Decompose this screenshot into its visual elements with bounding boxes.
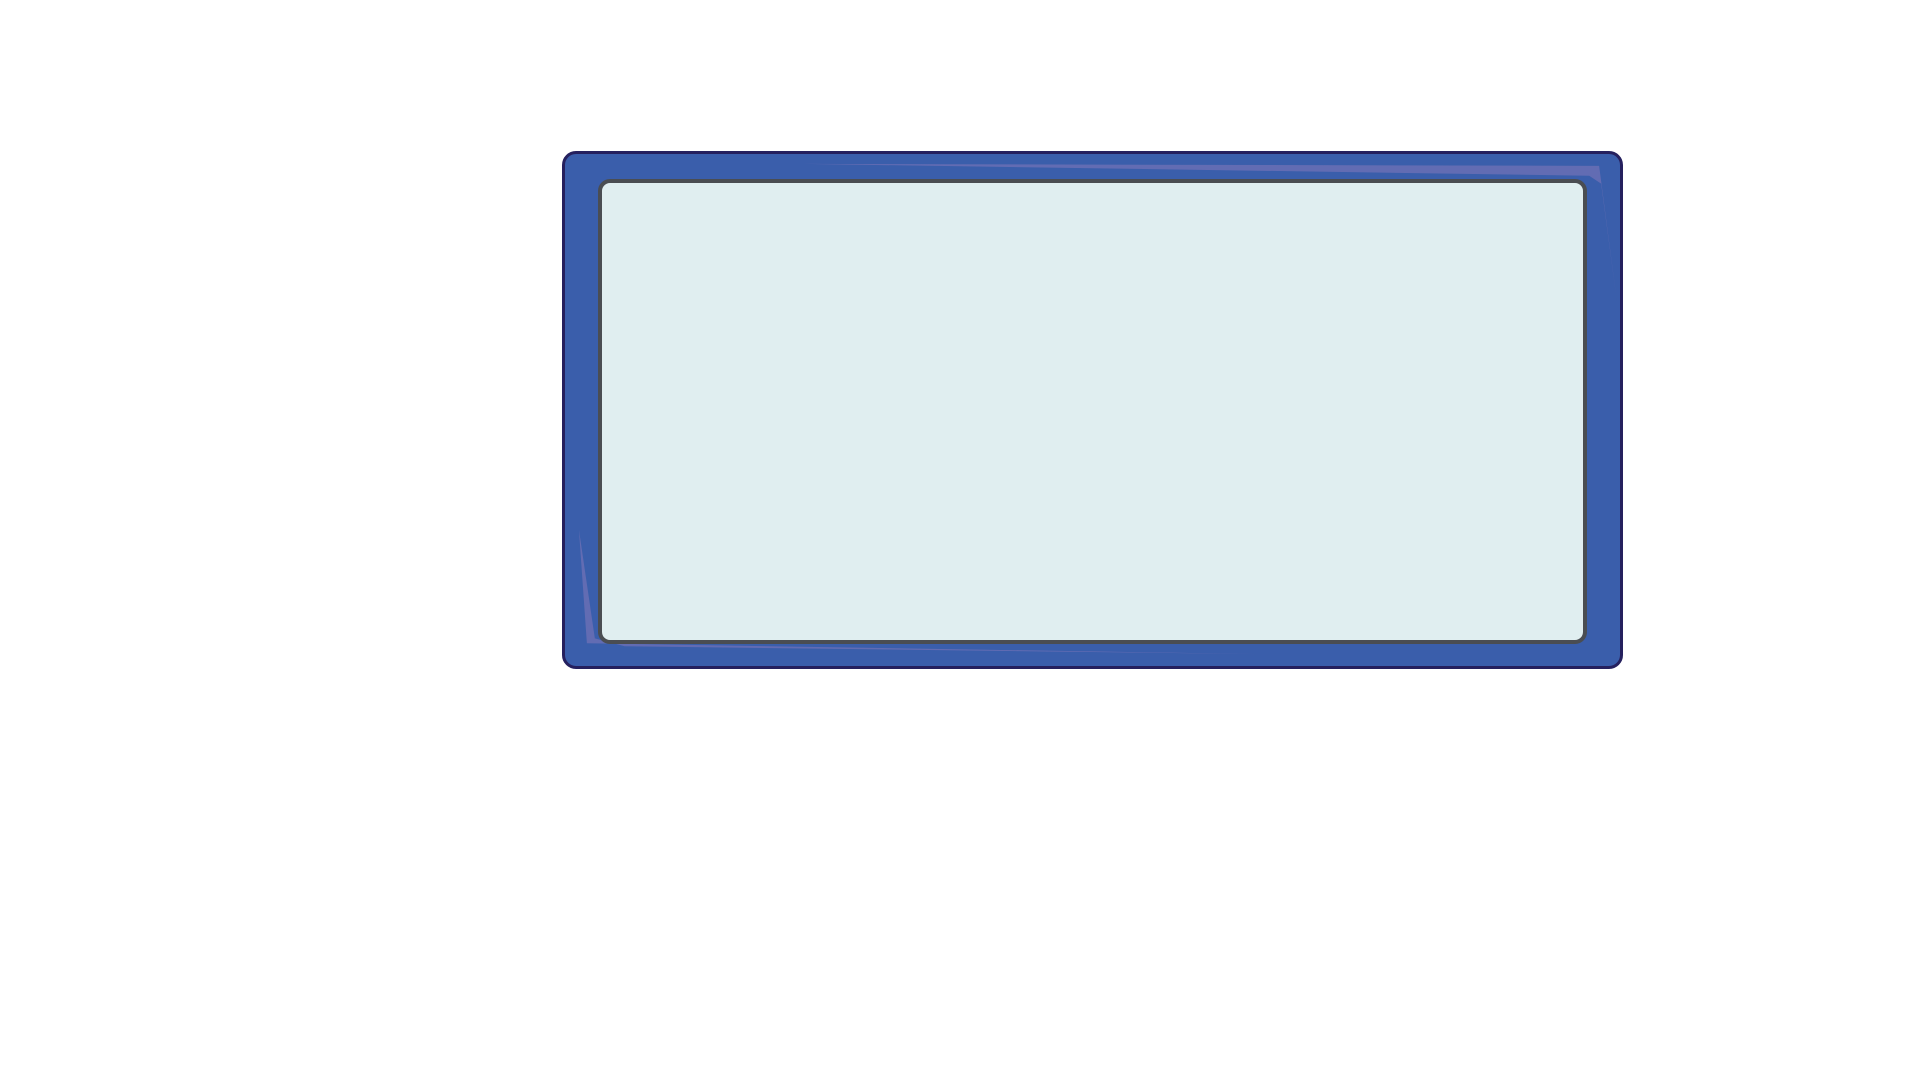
canvas <box>0 0 1920 1080</box>
blue-frame-panel <box>562 151 1623 669</box>
light-screen-area <box>598 179 1587 644</box>
